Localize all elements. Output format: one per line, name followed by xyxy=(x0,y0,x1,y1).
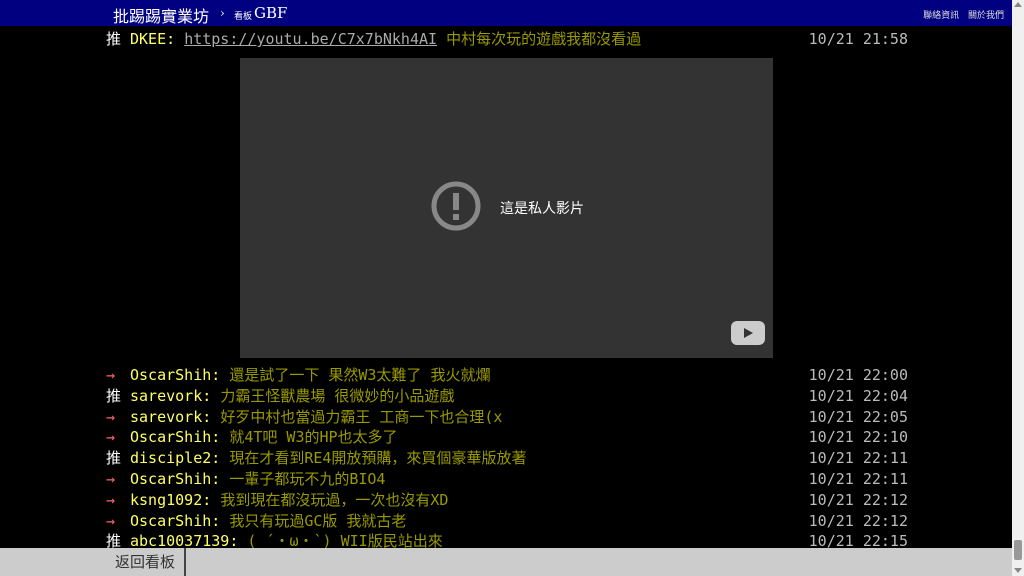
push-user: disciple2 xyxy=(130,449,212,468)
push-tag: → xyxy=(106,490,116,509)
push-content: ( ´・ω・`) WII版民站出來 xyxy=(247,532,443,548)
push-tag: 推 xyxy=(106,386,122,405)
push-time: 10/21 22:04 xyxy=(808,386,908,405)
push-time: 10/21 22:15 xyxy=(808,532,908,548)
push-tag: → xyxy=(106,366,116,384)
embedded-video[interactable]: 這是私人影片 xyxy=(240,58,773,358)
push-tag: 推 xyxy=(106,30,122,48)
back-to-board-button[interactable]: 返回看板 xyxy=(106,548,186,576)
push-row: → sarevork: 好歹中村也當過力霸王 工商一下也合理(x 10/21 22:… xyxy=(106,407,908,426)
push-user: OscarShih xyxy=(130,511,212,530)
board-name-link[interactable]: GBF xyxy=(254,4,287,22)
push-row: 推 DKEE: https://youtu.be/C7x7bNkh4AI 中村每次… xyxy=(106,30,908,48)
top-links: 聯絡資訊 關於我們 xyxy=(917,8,1004,21)
push-user: sarevork xyxy=(130,386,203,405)
board-label: 看板 xyxy=(234,12,253,22)
push-time: 10/21 21:58 xyxy=(808,30,908,48)
push-content: 一輩子都玩不九的BIO4 xyxy=(229,470,386,488)
push-content: 力霸王怪獸農場 很微妙的小品遊戲 xyxy=(220,386,455,405)
push-user: DKEE xyxy=(130,30,167,48)
push-tag: → xyxy=(106,428,116,447)
push-time: 10/21 22:12 xyxy=(808,490,908,509)
push-time: 10/21 22:12 xyxy=(808,511,908,530)
scroll-up-icon[interactable] xyxy=(1014,2,1022,7)
push-content: 我到現在都沒玩過，一次也沒有XD xyxy=(220,490,449,509)
push-user: ksng1092 xyxy=(130,490,203,509)
contact-link[interactable]: 聯絡資訊 xyxy=(923,11,959,21)
article-content: 推 DKEE: https://youtu.be/C7x7bNkh4AI 中村每次… xyxy=(0,26,1012,548)
about-link[interactable]: 關於我們 xyxy=(968,11,1004,21)
push-tag: 推 xyxy=(106,449,122,468)
push-row: → OscarShih: 就4T吧 W3的HP也太多了 10/21 22:10 xyxy=(106,428,908,447)
push-row: → ksng1092: 我到現在都沒玩過，一次也沒有XD 10/21 22:12 xyxy=(106,490,908,509)
push-time: 10/21 22:11 xyxy=(808,449,908,468)
push-content: 還是試了一下 果然W3太難了 我火就爛 xyxy=(229,366,491,384)
video-private-message: 這是私人影片 xyxy=(500,201,584,217)
scrollbar[interactable] xyxy=(1012,0,1024,576)
push-row: 推 disciple2: 現在才看到RE4開放預購，來買個豪華版放著 10/21 2… xyxy=(106,449,908,468)
alert-icon xyxy=(431,181,481,231)
push-tag: → xyxy=(106,470,116,488)
push-tag: 推 xyxy=(106,532,122,548)
breadcrumb-separator: › xyxy=(220,6,225,20)
push-tag: → xyxy=(106,511,116,530)
push-time: 10/21 22:05 xyxy=(808,407,908,426)
push-row: 推 sarevork: 力霸王怪獸農場 很微妙的小品遊戲 10/21 22:04 xyxy=(106,386,908,405)
scrollbar-thumb[interactable] xyxy=(1014,540,1022,560)
top-bar: 批踢踢實業坊 › 看板 GBF 聯絡資訊 關於我們 xyxy=(0,0,1012,26)
push-time: 10/21 22:00 xyxy=(808,366,908,384)
push-row: 推 abc10037139: ( ´・ω・`) WII版民站出來 10/21 22:… xyxy=(106,531,908,548)
push-user: OscarShih xyxy=(130,470,212,488)
bottom-bar: 返回看板 xyxy=(0,548,1012,576)
push-time: 10/21 22:11 xyxy=(808,470,908,488)
scroll-down-icon[interactable] xyxy=(1014,568,1022,573)
push-user: abc10037139 xyxy=(130,532,230,548)
push-content: 現在才看到RE4開放預購，來買個豪華版放著 xyxy=(229,449,527,468)
push-user: sarevork xyxy=(130,407,203,426)
push-user: OscarShih xyxy=(130,428,212,447)
push-row: → OscarShih: 一輩子都玩不九的BIO4 10/21 22:11 xyxy=(106,470,908,488)
push-content: https://youtu.be/C7x7bNkh4AI 中村每次玩的遊戲我都沒… xyxy=(184,30,642,48)
site-title-link[interactable]: 批踢踢實業坊 xyxy=(113,3,209,27)
push-content: 我只有玩過GC版 我就古老 xyxy=(229,511,407,530)
push-row: → OscarShih: 我只有玩過GC版 我就古老 10/21 22:12 xyxy=(106,511,908,530)
push-user: OscarShih xyxy=(130,366,212,384)
push-time: 10/21 22:10 xyxy=(808,428,908,447)
video-url-link[interactable]: https://youtu.be/C7x7bNkh4AI xyxy=(184,30,437,48)
push-row: → OscarShih: 還是試了一下 果然W3太難了 我火就爛 10/21 22:… xyxy=(106,366,908,384)
push-tag: → xyxy=(106,407,116,426)
push-content: 就4T吧 W3的HP也太多了 xyxy=(229,428,398,447)
push-content: 好歹中村也當過力霸王 工商一下也合理(x xyxy=(220,407,503,426)
youtube-logo-icon[interactable] xyxy=(731,321,765,345)
